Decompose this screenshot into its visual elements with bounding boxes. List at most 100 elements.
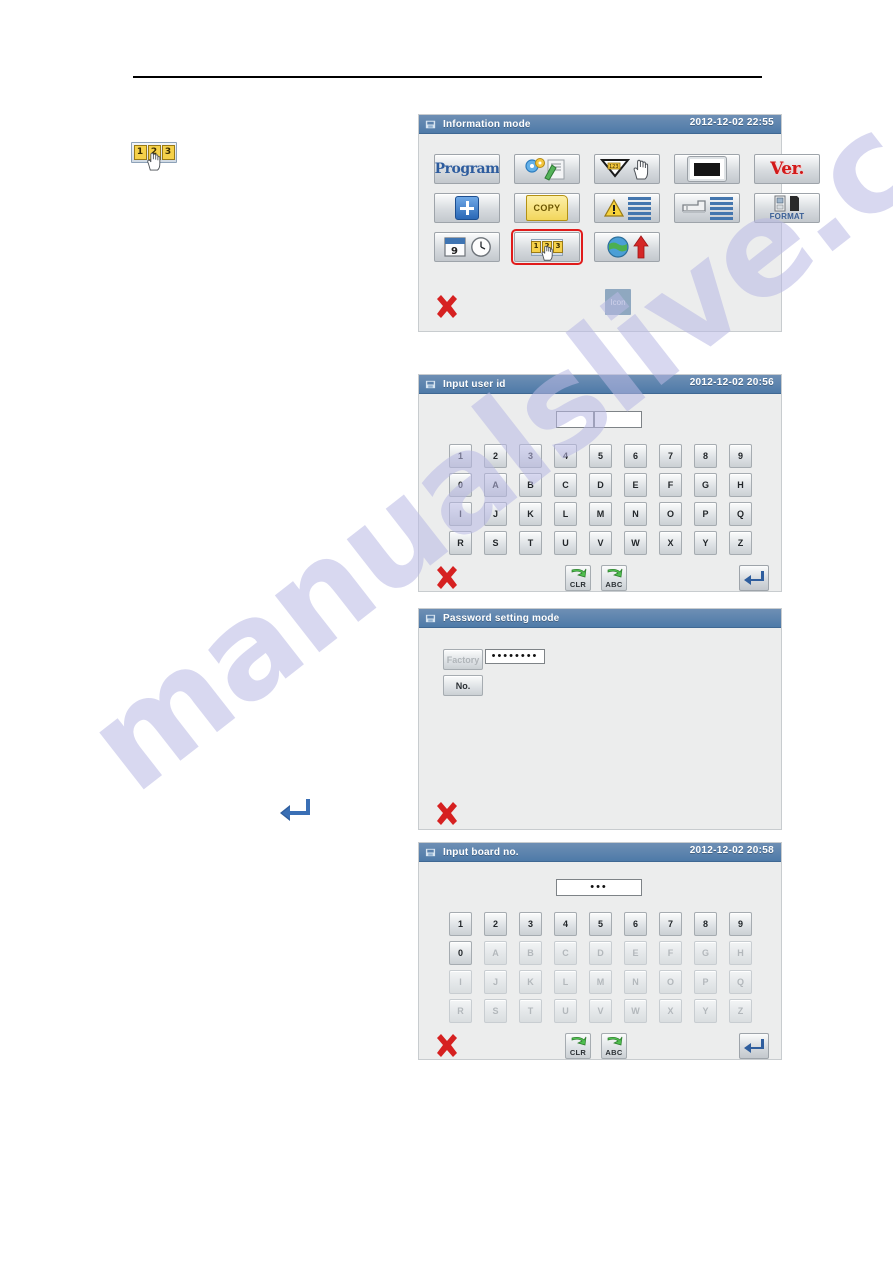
key-k[interactable]: K bbox=[519, 970, 542, 994]
key-i[interactable]: I bbox=[449, 970, 472, 994]
key-4[interactable]: 4 bbox=[554, 444, 577, 468]
key-v[interactable]: V bbox=[589, 999, 612, 1023]
factory-button[interactable]: Factory bbox=[443, 649, 483, 670]
key-d[interactable]: D bbox=[589, 473, 612, 497]
abc-button[interactable]: ABC bbox=[601, 1033, 627, 1059]
key-c[interactable]: C bbox=[554, 473, 577, 497]
key-q[interactable]: Q bbox=[729, 502, 752, 526]
key-g[interactable]: G bbox=[694, 473, 717, 497]
key-e[interactable]: E bbox=[624, 941, 647, 965]
user-id-field-left[interactable] bbox=[556, 411, 594, 428]
key-h[interactable]: H bbox=[729, 473, 752, 497]
key-o[interactable]: O bbox=[659, 502, 682, 526]
key-5[interactable]: 5 bbox=[589, 444, 612, 468]
key-s[interactable]: S bbox=[484, 531, 507, 555]
key-5[interactable]: 5 bbox=[589, 912, 612, 936]
key-t[interactable]: T bbox=[519, 531, 542, 555]
key-n[interactable]: N bbox=[624, 970, 647, 994]
key-h[interactable]: H bbox=[729, 941, 752, 965]
version-button[interactable]: Ver. bbox=[754, 154, 820, 184]
key-r[interactable]: R bbox=[449, 531, 472, 555]
date-time-button[interactable]: 9 bbox=[434, 232, 500, 262]
key-w[interactable]: W bbox=[624, 531, 647, 555]
key-p[interactable]: P bbox=[694, 970, 717, 994]
clear-button[interactable]: CLR bbox=[565, 1033, 591, 1059]
key-j[interactable]: J bbox=[484, 502, 507, 526]
key-g[interactable]: G bbox=[694, 941, 717, 965]
key-l[interactable]: L bbox=[554, 502, 577, 526]
key-8[interactable]: 8 bbox=[694, 444, 717, 468]
key-u[interactable]: U bbox=[554, 531, 577, 555]
needle-thread-tension-button[interactable]: 123 bbox=[594, 154, 660, 184]
key-8[interactable]: 8 bbox=[694, 912, 717, 936]
key-z[interactable]: Z bbox=[729, 531, 752, 555]
close-button[interactable] bbox=[433, 293, 461, 321]
abc-button[interactable]: ABC bbox=[601, 565, 627, 591]
key-2[interactable]: 2 bbox=[484, 444, 507, 468]
key-j[interactable]: J bbox=[484, 970, 507, 994]
display-brightness-button[interactable] bbox=[674, 154, 740, 184]
communication-upload-button[interactable] bbox=[594, 232, 660, 262]
password-button[interactable]: 123 bbox=[511, 229, 583, 265]
key-s[interactable]: S bbox=[484, 999, 507, 1023]
key-x[interactable]: X bbox=[659, 531, 682, 555]
key-7[interactable]: 7 bbox=[659, 444, 682, 468]
key-6[interactable]: 6 bbox=[624, 912, 647, 936]
enter-button[interactable] bbox=[739, 565, 769, 591]
machine-log-button[interactable] bbox=[674, 193, 740, 223]
error-log-button[interactable] bbox=[594, 193, 660, 223]
key-y[interactable]: Y bbox=[694, 531, 717, 555]
key-a[interactable]: A bbox=[484, 941, 507, 965]
key-u[interactable]: U bbox=[554, 999, 577, 1023]
key-6[interactable]: 6 bbox=[624, 444, 647, 468]
key-3[interactable]: 3 bbox=[519, 444, 542, 468]
key-e[interactable]: E bbox=[624, 473, 647, 497]
key-0[interactable]: 0 bbox=[449, 473, 472, 497]
close-button[interactable] bbox=[433, 1032, 461, 1060]
add-button[interactable] bbox=[434, 193, 500, 223]
key-a[interactable]: A bbox=[484, 473, 507, 497]
key-7[interactable]: 7 bbox=[659, 912, 682, 936]
enter-button[interactable] bbox=[739, 1033, 769, 1059]
key-m[interactable]: M bbox=[589, 970, 612, 994]
format-button[interactable]: FORMAT bbox=[754, 193, 820, 223]
number-button[interactable]: No. bbox=[443, 675, 483, 696]
key-9[interactable]: 9 bbox=[729, 912, 752, 936]
key-l[interactable]: L bbox=[554, 970, 577, 994]
key-0[interactable]: 0 bbox=[449, 941, 472, 965]
program-button[interactable]: Program bbox=[434, 154, 500, 184]
key-b[interactable]: B bbox=[519, 473, 542, 497]
password-field[interactable]: •••••••• bbox=[485, 649, 545, 664]
user-id-field-right[interactable] bbox=[594, 411, 642, 428]
close-button[interactable] bbox=[433, 800, 461, 828]
key-o[interactable]: O bbox=[659, 970, 682, 994]
key-c[interactable]: C bbox=[554, 941, 577, 965]
icon-button[interactable]: Icon bbox=[605, 289, 631, 315]
board-no-field[interactable]: ••• bbox=[556, 879, 642, 896]
sewing-settings-button[interactable] bbox=[514, 154, 580, 184]
key-1[interactable]: 1 bbox=[449, 912, 472, 936]
key-d[interactable]: D bbox=[589, 941, 612, 965]
key-v[interactable]: V bbox=[589, 531, 612, 555]
key-p[interactable]: P bbox=[694, 502, 717, 526]
key-4[interactable]: 4 bbox=[554, 912, 577, 936]
key-f[interactable]: F bbox=[659, 941, 682, 965]
copy-button[interactable]: COPY bbox=[514, 193, 580, 223]
key-2[interactable]: 2 bbox=[484, 912, 507, 936]
key-w[interactable]: W bbox=[624, 999, 647, 1023]
key-k[interactable]: K bbox=[519, 502, 542, 526]
key-r[interactable]: R bbox=[449, 999, 472, 1023]
key-n[interactable]: N bbox=[624, 502, 647, 526]
close-button[interactable] bbox=[433, 564, 461, 592]
key-f[interactable]: F bbox=[659, 473, 682, 497]
key-z[interactable]: Z bbox=[729, 999, 752, 1023]
clear-button[interactable]: CLR bbox=[565, 565, 591, 591]
key-3[interactable]: 3 bbox=[519, 912, 542, 936]
key-9[interactable]: 9 bbox=[729, 444, 752, 468]
key-x[interactable]: X bbox=[659, 999, 682, 1023]
key-i[interactable]: I bbox=[449, 502, 472, 526]
key-b[interactable]: B bbox=[519, 941, 542, 965]
key-1[interactable]: 1 bbox=[449, 444, 472, 468]
key-t[interactable]: T bbox=[519, 999, 542, 1023]
key-q[interactable]: Q bbox=[729, 970, 752, 994]
